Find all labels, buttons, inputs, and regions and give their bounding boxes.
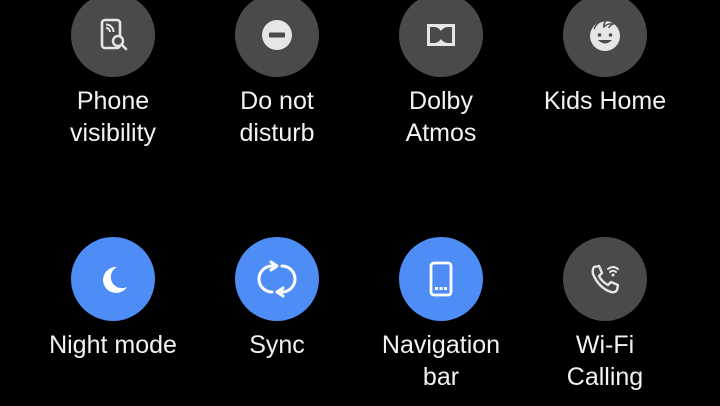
tile-sync[interactable]: Sync (195, 237, 359, 361)
navigation-bar-icon (429, 261, 453, 297)
tile-label: Night mode (49, 331, 177, 359)
tile-dolby-atmos[interactable]: Dolby Atmos (359, 0, 523, 149)
tile-do-not-disturb[interactable]: Do not disturb (195, 0, 359, 149)
kids-home-toggle[interactable] (563, 0, 647, 77)
tile-label: Sync (249, 331, 305, 359)
tile-navigation-bar[interactable]: Navigation bar (359, 237, 523, 393)
tile-label: Wi-Fi Calling (566, 331, 644, 391)
phone-visibility-icon (100, 18, 128, 51)
tile-label: Navigation bar (381, 331, 501, 391)
tile-label: Kids Home (543, 87, 667, 115)
tile-label: Do not disturb (239, 87, 315, 147)
dolby-atmos-toggle[interactable] (399, 0, 483, 77)
wifi-calling-icon (591, 264, 620, 294)
navigation-bar-toggle[interactable] (399, 237, 483, 321)
night-mode-toggle[interactable] (71, 237, 155, 321)
tile-night-mode[interactable]: Night mode (31, 237, 195, 361)
phone-visibility-toggle[interactable] (71, 0, 155, 77)
tile-label: Phone visibility (69, 87, 157, 147)
tile-kids-home[interactable]: Kids Home (523, 0, 687, 117)
tile-phone-visibility[interactable]: Phone visibility (31, 0, 195, 149)
moon-icon (103, 266, 127, 293)
dolby-icon (427, 24, 455, 46)
sync-icon (257, 260, 297, 298)
do-not-disturb-toggle[interactable] (235, 0, 319, 77)
sync-toggle[interactable] (235, 237, 319, 321)
kids-face-icon (590, 20, 620, 51)
quick-settings-panel: Phone visibility Do not disturb Dolby At… (0, 0, 720, 406)
tile-label: Dolby Atmos (405, 87, 477, 147)
tile-wifi-calling[interactable]: Wi-Fi Calling (523, 237, 687, 393)
wifi-calling-toggle[interactable] (563, 237, 647, 321)
do-not-disturb-icon (262, 20, 292, 50)
